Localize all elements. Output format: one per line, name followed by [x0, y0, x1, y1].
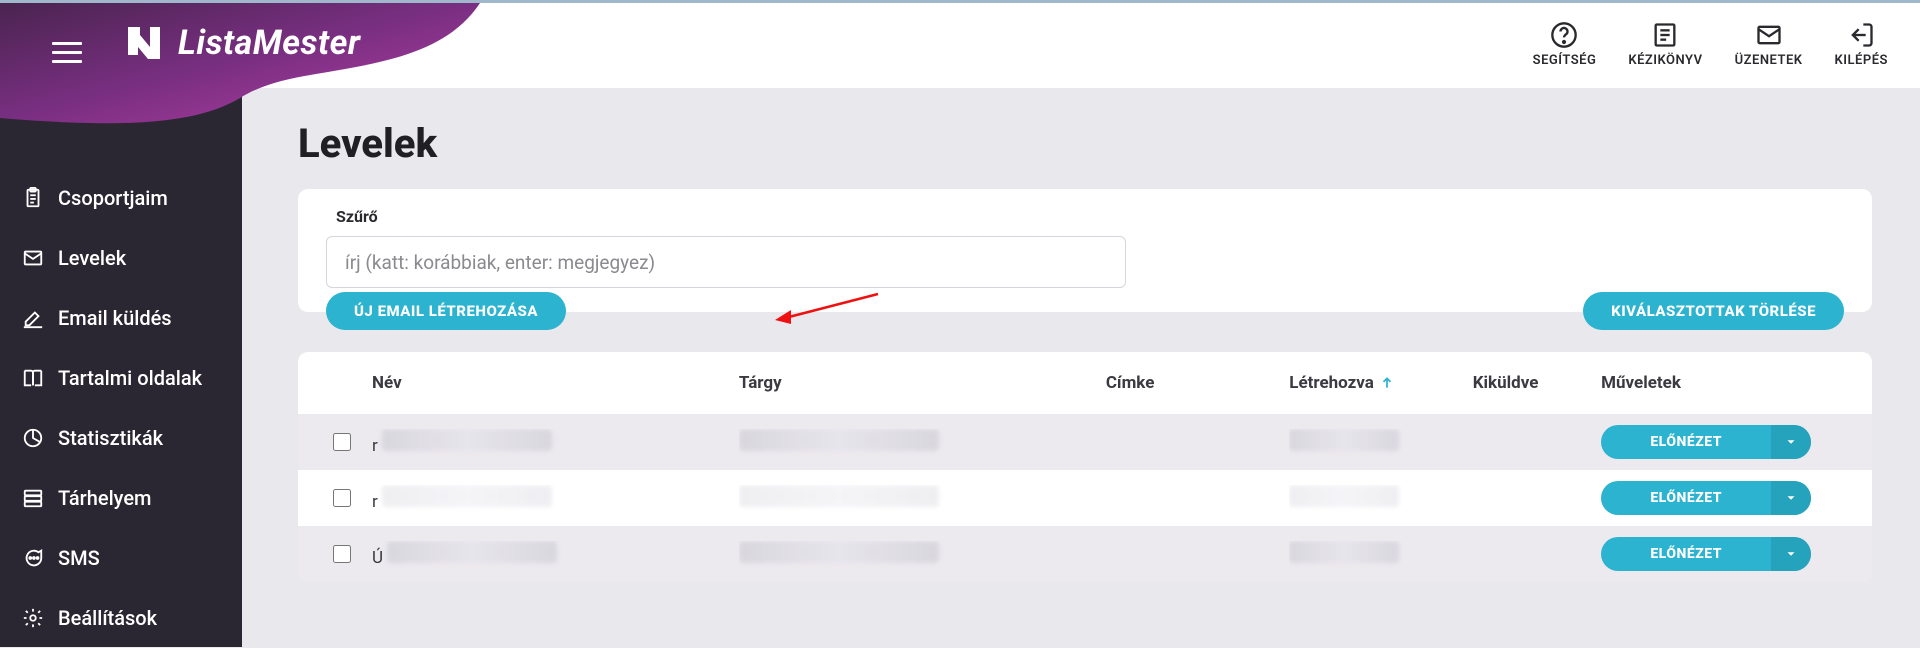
edit-icon: [22, 307, 44, 329]
sidebar-item-label: SMS: [58, 546, 100, 570]
sidebar-item-label: Beállítások: [58, 606, 157, 630]
envelope-icon: [22, 247, 44, 269]
brand-logo[interactable]: ListaMester: [124, 23, 361, 63]
preview-dropdown-caret[interactable]: [1771, 481, 1811, 515]
col-created[interactable]: Létrehozva: [1289, 373, 1472, 393]
cell-subject: [739, 541, 1106, 568]
letters-table: Név Tárgy Címke Létrehozva Kiküldve Műve…: [298, 352, 1872, 582]
hamburger-menu[interactable]: [52, 36, 82, 69]
col-sent[interactable]: Kiküldve: [1473, 373, 1601, 393]
help-label: SEGÍTSÉG: [1533, 53, 1597, 68]
logout-action[interactable]: KILÉPÉS: [1835, 21, 1888, 68]
help-icon: [1550, 21, 1578, 49]
sidebar-item-label: Tárhelyem: [58, 486, 151, 510]
sidebar: Csoportjaim Levelek Email küldés Tartalm…: [0, 88, 242, 647]
preview-button[interactable]: ELŐNÉZET: [1601, 481, 1771, 515]
clipboard-icon: [22, 187, 44, 209]
sidebar-item-label: Statisztikák: [58, 426, 163, 450]
table-row: r ELŐNÉZET: [298, 470, 1872, 526]
filter-card: Szűrő ÚJ EMAIL LÉTREHOZÁSA KIVÁLASZTOTTA…: [298, 189, 1872, 312]
preview-button[interactable]: ELŐNÉZET: [1601, 425, 1771, 459]
cell-name: Ú: [372, 541, 739, 568]
sidebar-item-settings[interactable]: Beállítások: [0, 588, 242, 648]
preview-dropdown-caret[interactable]: [1771, 425, 1811, 459]
cell-created: [1289, 429, 1472, 456]
cell-subject: [739, 429, 1106, 456]
gear-icon: [22, 607, 44, 629]
top-actions: SEGÍTSÉG KÉZIKÖNYV ÜZENETEK KILÉPÉS: [1533, 3, 1920, 68]
col-actions: Műveletek: [1601, 373, 1858, 393]
row-checkbox[interactable]: [333, 545, 351, 563]
preview-dropdown-caret[interactable]: [1771, 537, 1811, 571]
new-email-button[interactable]: ÚJ EMAIL LÉTREHOZÁSA: [326, 292, 566, 330]
chevron-down-icon: [1784, 435, 1798, 449]
sidebar-item-sms[interactable]: SMS: [0, 528, 242, 588]
filter-input[interactable]: [326, 236, 1126, 288]
sidebar-item-groups[interactable]: Csoportjaim: [0, 168, 242, 228]
piechart-icon: [22, 427, 44, 449]
sidebar-item-label: Tartalmi oldalak: [58, 366, 202, 390]
sidebar-item-statistics[interactable]: Statisztikák: [0, 408, 242, 468]
chevron-down-icon: [1784, 547, 1798, 561]
chevron-down-icon: [1784, 491, 1798, 505]
row-checkbox[interactable]: [333, 433, 351, 451]
col-name[interactable]: Név: [372, 373, 739, 393]
sidebar-item-letters[interactable]: Levelek: [0, 228, 242, 288]
help-action[interactable]: SEGÍTSÉG: [1533, 21, 1597, 68]
delete-selected-button[interactable]: KIVÁLASZTOTTAK TÖRLÉSE: [1583, 292, 1844, 330]
storage-icon: [22, 487, 44, 509]
cell-subject: [739, 485, 1106, 512]
manual-action[interactable]: KÉZIKÖNYV: [1628, 21, 1702, 68]
envelope-icon: [1755, 21, 1783, 49]
filter-label: Szűrő: [336, 207, 1844, 226]
main-content: Levelek Szűrő ÚJ EMAIL LÉTREHOZÁSA KIVÁL…: [242, 88, 1920, 647]
sidebar-item-storage[interactable]: Tárhelyem: [0, 468, 242, 528]
cell-name: r: [372, 485, 739, 512]
sidebar-item-label: Csoportjaim: [58, 186, 168, 210]
brand-name: ListaMester: [178, 23, 361, 63]
sidebar-item-content-pages[interactable]: Tartalmi oldalak: [0, 348, 242, 408]
preview-split-button[interactable]: ELŐNÉZET: [1601, 481, 1811, 515]
col-subject[interactable]: Tárgy: [739, 373, 1106, 393]
preview-split-button[interactable]: ELŐNÉZET: [1601, 425, 1811, 459]
messages-label: ÜZENETEK: [1735, 53, 1803, 68]
sidebar-item-label: Email küldés: [58, 306, 172, 330]
preview-split-button[interactable]: ELŐNÉZET: [1601, 537, 1811, 571]
manual-icon: [1651, 21, 1679, 49]
table-header: Név Tárgy Címke Létrehozva Kiküldve Műve…: [298, 352, 1872, 414]
sort-asc-icon: [1380, 376, 1394, 390]
logo-mark-icon: [124, 23, 164, 63]
cell-created: [1289, 541, 1472, 568]
logout-icon: [1847, 21, 1875, 49]
manual-label: KÉZIKÖNYV: [1628, 53, 1702, 68]
page-title: Levelek: [298, 120, 1872, 167]
row-checkbox[interactable]: [333, 489, 351, 507]
chat-icon: [22, 547, 44, 569]
cell-name: r: [372, 429, 739, 456]
table-row: Ú ELŐNÉZET: [298, 526, 1872, 582]
sidebar-item-email-send[interactable]: Email küldés: [0, 288, 242, 348]
cell-created: [1289, 485, 1472, 512]
logout-label: KILÉPÉS: [1835, 53, 1888, 68]
preview-button[interactable]: ELŐNÉZET: [1601, 537, 1771, 571]
col-label[interactable]: Címke: [1106, 373, 1289, 393]
table-row: r ELŐNÉZET: [298, 414, 1872, 470]
messages-action[interactable]: ÜZENETEK: [1735, 21, 1803, 68]
sidebar-item-label: Levelek: [58, 246, 126, 270]
book-icon: [22, 367, 44, 389]
